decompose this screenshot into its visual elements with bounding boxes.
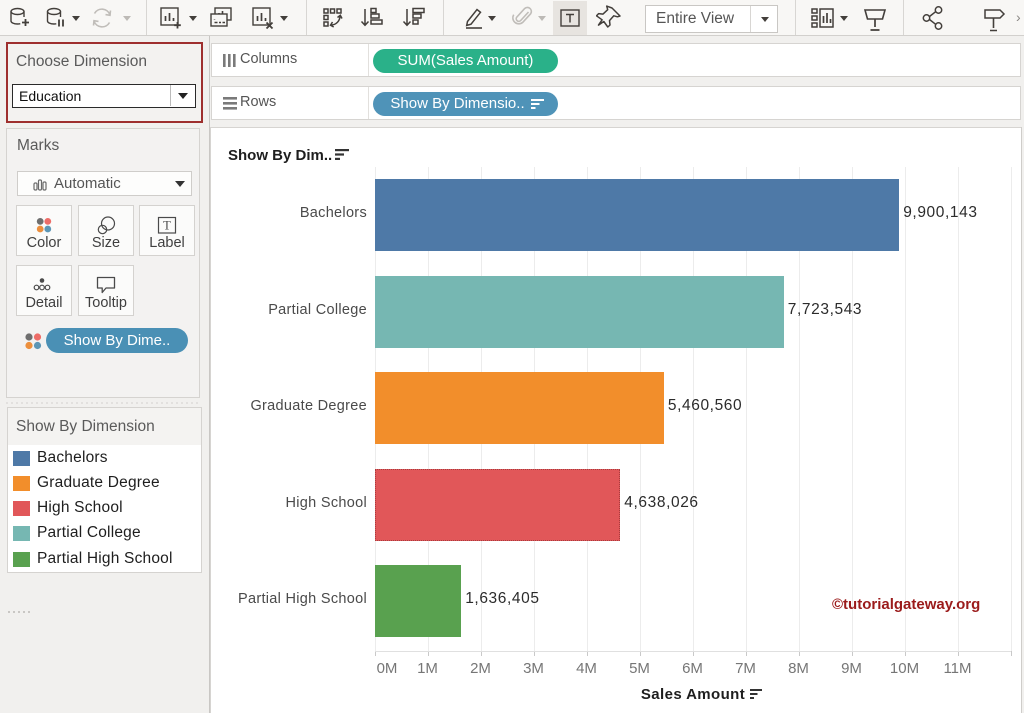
svg-text:T: T <box>163 219 171 233</box>
